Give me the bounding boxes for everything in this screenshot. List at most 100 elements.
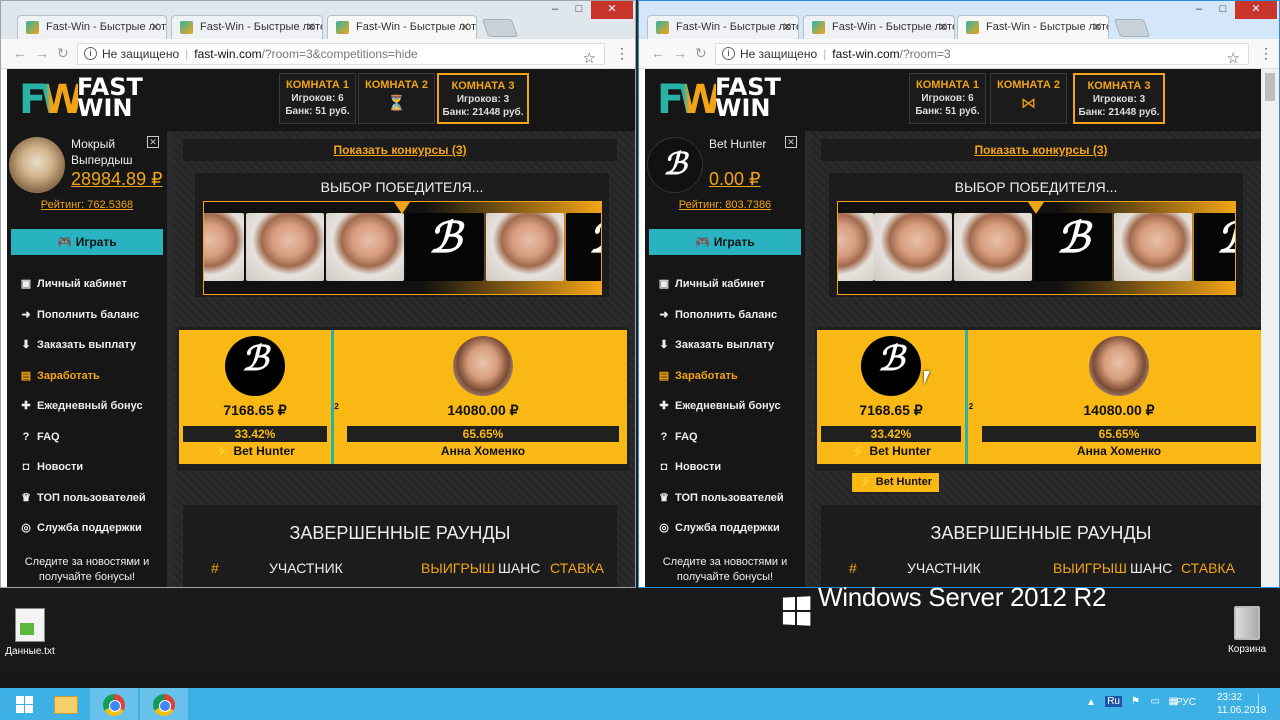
sidebar-item-deposit[interactable]: ➜ Пополнить баланс <box>19 300 169 331</box>
new-tab-button[interactable] <box>481 19 519 37</box>
taskbar-chrome-1[interactable] <box>90 688 138 720</box>
back-icon[interactable]: ← <box>651 45 665 61</box>
show-contests-link[interactable]: Показать конкурсы (3) <box>821 139 1261 161</box>
browser-menu-icon[interactable]: ⋮ <box>615 45 629 62</box>
close-icon[interactable]: ✕ <box>306 16 316 38</box>
clock[interactable]: 23:32 11.06.2018 <box>1192 691 1266 716</box>
avatar[interactable]: ℬ <box>647 137 703 193</box>
desktop-file-data-txt[interactable]: Данные.txt <box>4 608 56 657</box>
browser-tab-3[interactable]: Fast-Win - Быстрые лоте ✕ <box>957 15 1109 39</box>
sidebar-item-cabinet[interactable]: ▣ Личный кабинет <box>19 269 169 300</box>
info-icon[interactable]: i <box>84 47 97 60</box>
ime-indicator[interactable]: Ru <box>1105 696 1122 707</box>
url-input[interactable]: i Не защищено | fast-win.com/?room=3 ☆ <box>715 43 1249 67</box>
window-controls: – □ ✕ <box>543 1 633 19</box>
avatar[interactable] <box>9 137 65 193</box>
sidebar-item-news[interactable]: ◘ Новости <box>657 452 807 483</box>
display-icon[interactable]: ▭ <box>1151 696 1160 707</box>
user-balance[interactable]: 28984.89 ₽ <box>71 169 163 190</box>
user-rating[interactable]: Рейтинг: 762.5368 <box>7 199 167 211</box>
scrollbar-thumb[interactable] <box>1265 73 1275 101</box>
sidebar-item-faq[interactable]: ? FAQ <box>657 422 807 453</box>
user-rating[interactable]: Рейтинг: 803.7386 <box>645 199 805 211</box>
roulette-avatar <box>874 213 952 281</box>
minimize-icon[interactable]: – <box>1187 1 1211 19</box>
sidebar-item-cabinet[interactable]: ▣ Личный кабинет <box>657 269 807 300</box>
round-players: ℬ 7168.65 ₽ 33.42% ⚡ Bet Hunter 2 14080.… <box>177 327 629 471</box>
sidebar-item-daily-bonus[interactable]: ✚ Ежедневный бонус <box>19 391 169 422</box>
sidebar-item-support[interactable]: ◎ Служба поддержки <box>19 513 169 544</box>
browser-tab-3[interactable]: Fast-Win - Быстрые лоте ✕ <box>327 15 477 39</box>
room-title: КОМНАТА 1 <box>286 79 349 91</box>
close-icon[interactable]: ✕ <box>938 16 948 38</box>
logout-icon[interactable]: ✕ <box>147 136 159 148</box>
show-contests-link[interactable]: Показать конкурсы (3) <box>183 139 617 161</box>
info-icon[interactable]: i <box>722 47 735 60</box>
reload-icon[interactable]: ↻ <box>57 45 69 62</box>
room-2-button[interactable]: КОМНАТА 2 ⏳ <box>358 73 435 124</box>
close-icon[interactable]: ✕ <box>1092 16 1102 38</box>
close-icon[interactable]: ✕ <box>460 16 470 38</box>
room-2-button[interactable]: КОМНАТА 2 ⋈ <box>990 73 1067 124</box>
url-separator: | <box>823 47 827 61</box>
browser-tab-1[interactable]: Fast-Win - Быстрые лоте ✕ <box>647 15 799 39</box>
sidebar-item-daily-bonus[interactable]: ✚ Ежедневный бонус <box>657 391 807 422</box>
tray-arrow-icon[interactable]: ▲ <box>1086 697 1096 708</box>
forward-icon[interactable]: → <box>673 45 687 61</box>
browser-tab-2[interactable]: Fast-Win - Быстрые лоте ✕ <box>171 15 323 39</box>
page-scrollbar[interactable] <box>1261 69 1279 587</box>
forward-icon[interactable]: → <box>35 45 49 61</box>
maximize-icon[interactable]: □ <box>567 1 591 19</box>
url-input[interactable]: i Не защищено | fast-win.com/?room=3&compe… <box>77 43 605 67</box>
col-player: УЧАСТНИК <box>269 560 343 576</box>
play-button[interactable]: 🎮 Играть <box>649 229 801 255</box>
bookmark-star-icon[interactable]: ☆ <box>583 49 596 69</box>
sidebar-item-withdraw[interactable]: ⬇ Заказать выплату <box>19 330 169 361</box>
tab-title: Fast-Win - Быстрые лоте <box>200 21 323 33</box>
minimize-icon[interactable]: – <box>543 1 567 19</box>
favicon-icon <box>26 21 39 34</box>
browser-tab-2[interactable]: Fast-Win - Быстрые лоте ✕ <box>803 15 955 39</box>
new-tab-button[interactable] <box>1113 19 1151 37</box>
browser-window-right: Fast-Win - Быстрые лоте ✕ Fast-Win - Быст… <box>638 0 1280 588</box>
room-3-button[interactable]: КОМНАТА 3 Игроков: 3 Банк: 21448 руб. <box>437 73 529 124</box>
room-3-button[interactable]: КОМНАТА 3 Игроков: 3 Банк: 21448 руб. <box>1073 73 1165 124</box>
back-icon[interactable]: ← <box>13 45 27 61</box>
room-1-button[interactable]: КОМНАТА 1 Игроков: 6 Банк: 51 руб. <box>909 73 986 124</box>
bookmark-star-icon[interactable]: ☆ <box>1227 49 1240 69</box>
user-balance[interactable]: 0.00 ₽ <box>709 169 761 190</box>
os-watermark-text: Windows Server 2012 R2 <box>818 582 1107 612</box>
logout-icon[interactable]: ✕ <box>785 136 797 148</box>
roulette-avatar: ℬ <box>1034 213 1112 281</box>
maximize-icon[interactable]: □ <box>1211 1 1235 19</box>
window-close-icon[interactable]: ✕ <box>591 1 633 19</box>
sidebar-item-earn[interactable]: ▤ Заработать <box>657 361 807 392</box>
window-close-icon[interactable]: ✕ <box>1235 1 1277 19</box>
close-icon[interactable]: ✕ <box>150 16 160 38</box>
sidebar-item-faq[interactable]: ? FAQ <box>19 422 169 453</box>
taskbar-explorer[interactable] <box>42 688 90 720</box>
site-logo[interactable]: FW FAST WIN <box>657 75 781 125</box>
start-button[interactable] <box>0 688 48 720</box>
browser-menu-icon[interactable]: ⋮ <box>1259 45 1273 62</box>
player-chance: 33.42% <box>183 426 327 442</box>
sidebar-item-top[interactable]: ♛ ТОП пользователей <box>19 483 169 514</box>
sidebar-item-earn[interactable]: ▤ Заработать <box>19 361 169 392</box>
sidebar-item-news[interactable]: ◘ Новости <box>19 452 169 483</box>
play-button[interactable]: 🎮 Играть <box>11 229 163 255</box>
sidebar-item-top[interactable]: ♛ ТОП пользователей <box>657 483 807 514</box>
sidebar-nav: ▣ Личный кабинет ➜ Пополнить баланс ⬇ Заказ… <box>19 269 169 544</box>
sidebar-item-deposit[interactable]: ➜ Пополнить баланс <box>657 300 807 331</box>
close-icon[interactable]: ✕ <box>782 16 792 38</box>
sidebar-item-support[interactable]: ◎ Служба поддержки <box>657 513 807 544</box>
desktop-recycle-bin[interactable]: Корзина <box>1222 606 1272 655</box>
site-logo[interactable]: FW FAST WIN <box>19 75 143 125</box>
taskbar-chrome-2[interactable] <box>140 688 188 720</box>
show-desktop-button[interactable] <box>1258 694 1272 712</box>
sidebar-item-withdraw[interactable]: ⬇ Заказать выплату <box>657 330 807 361</box>
favicon-icon <box>656 21 669 34</box>
browser-tab-1[interactable]: Fast-Win - Быстрые лоте ✕ <box>17 15 167 39</box>
flag-icon[interactable]: ⚑ <box>1131 696 1140 707</box>
room-1-button[interactable]: КОМНАТА 1 Игроков: 6 Банк: 51 руб. <box>279 73 356 124</box>
reload-icon[interactable]: ↻ <box>695 45 707 62</box>
